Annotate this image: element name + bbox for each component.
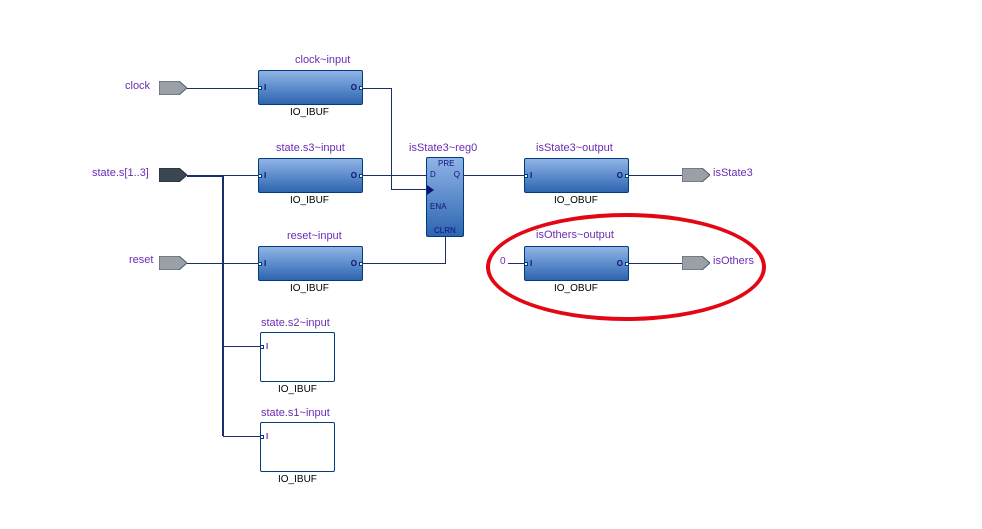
block-sub-isState3-out: IO_OBUF <box>554 195 598 206</box>
wire <box>363 263 445 264</box>
pin-o: O <box>351 83 357 92</box>
block-title-clock-input: clock~input <box>295 54 350 66</box>
port-clock <box>159 81 187 95</box>
block-title-s1-input: state.s1~input <box>261 407 330 419</box>
wire <box>363 175 426 176</box>
wire <box>223 346 260 347</box>
port-label-clock: clock <box>125 80 150 92</box>
block-isState3-out: I O <box>524 158 629 193</box>
wire <box>187 263 258 264</box>
block-clock-input: I O <box>258 70 363 105</box>
annotation-highlight-ellipse <box>486 213 766 321</box>
block-reset-input: I O <box>258 246 363 281</box>
block-title-isState3-out: isState3~output <box>536 142 613 154</box>
block-title-s2-input: state.s2~input <box>261 317 330 329</box>
wire <box>223 175 258 176</box>
wire <box>223 436 260 437</box>
block-sub-s1-input: IO_IBUF <box>278 474 317 485</box>
block-s2-input: I <box>260 332 335 382</box>
port-reset <box>159 256 187 270</box>
pin-i: I <box>264 171 266 180</box>
wire <box>222 175 224 436</box>
block-s1-input: I <box>260 422 335 472</box>
block-sub-s3-input: IO_IBUF <box>290 195 329 206</box>
block-sub-reset-input: IO_IBUF <box>290 283 329 294</box>
port-label-state-bus: state.s[1..3] <box>92 167 149 179</box>
reg-q: Q <box>454 170 460 179</box>
block-sub-clock-input: IO_IBUF <box>290 107 329 118</box>
wire <box>391 88 392 189</box>
reg-ena: ENA <box>430 202 446 211</box>
port-label-reset: reset <box>129 254 153 266</box>
block-s3-input: I O <box>258 158 363 193</box>
pin-i: I <box>266 342 268 351</box>
wire <box>391 189 426 190</box>
pin-i: I <box>264 83 266 92</box>
wire <box>464 175 524 176</box>
block-sub-s2-input: IO_IBUF <box>278 384 317 395</box>
wire <box>363 88 391 89</box>
pin-i: I <box>264 259 266 268</box>
port-isState3 <box>682 168 710 182</box>
pin-i: I <box>266 432 268 441</box>
wire <box>187 175 222 177</box>
pin-o: O <box>351 259 357 268</box>
wire <box>629 175 682 176</box>
reg-d: D <box>430 170 436 179</box>
reg-clock-triangle <box>427 185 434 195</box>
reg-pre: PRE <box>438 159 454 168</box>
block-title-s3-input: state.s3~input <box>276 142 345 154</box>
block-reg: PRE D Q ENA CLRN <box>426 157 464 237</box>
port-label-isState3: isState3 <box>713 167 753 179</box>
wire <box>445 237 446 264</box>
pin-i: I <box>530 171 532 180</box>
block-title-reset-input: reset~input <box>287 230 342 242</box>
pin-o: O <box>617 171 623 180</box>
reg-title: isState3~reg0 <box>409 142 477 154</box>
pin-o: O <box>351 171 357 180</box>
reg-clrn: CLRN <box>434 226 456 235</box>
wire <box>187 88 258 89</box>
port-state-bus <box>159 168 187 182</box>
